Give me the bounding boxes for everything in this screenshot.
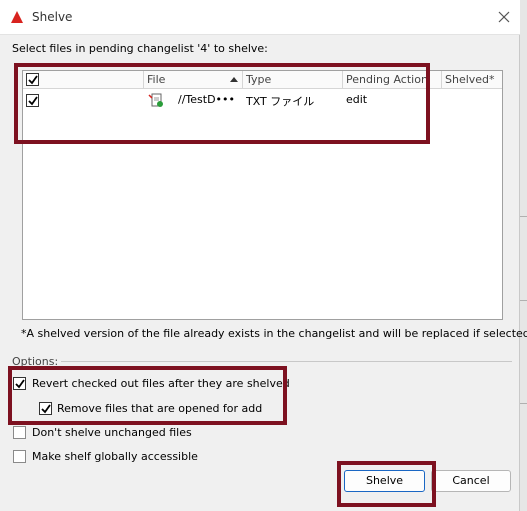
make-shelf-global-label[interactable]: Make shelf globally accessible [32,450,198,463]
sort-ascending-icon [230,77,238,82]
background-divider [520,403,527,404]
select-all-header[interactable] [23,71,144,89]
make-shelf-global-checkbox[interactable] [13,450,26,463]
select-all-checkbox[interactable] [26,73,39,86]
list-header: File Type Pending Action Shelved* [23,71,502,89]
file-edit-icon [148,93,163,107]
row-checkbox[interactable] [26,94,39,107]
dont-shelve-unchanged-label[interactable]: Don't shelve unchanged files [32,426,192,439]
column-header-file[interactable]: File [144,71,243,89]
app-icon [11,11,23,23]
background-divider [520,300,527,301]
revert-checked-out-label[interactable]: Revert checked out files after they are … [32,377,290,390]
options-group-label: Options: [12,355,62,368]
column-header-shelved-label: Shelved* [445,73,495,86]
dont-shelve-unchanged-checkbox[interactable] [13,426,26,439]
column-header-file-label: File [147,73,166,86]
background-divider [520,216,527,217]
shelved-note: *A shelved version of the file already e… [21,327,527,340]
column-header-type-label: Type [246,73,272,86]
title-bar: Shelve [0,0,520,35]
remove-opened-for-add-label[interactable]: Remove files that are opened for add [57,402,262,415]
file-name-cell: //TestD••• [178,93,236,106]
file-type-cell: TXT ファイル [246,95,315,108]
cancel-button[interactable]: Cancel [431,470,511,492]
shelve-button[interactable]: Shelve [344,470,425,492]
remove-opened-for-add-checkbox[interactable] [39,402,52,415]
files-list[interactable]: File Type Pending Action Shelved* //Test… [22,70,503,320]
window-title: Shelve [32,10,73,24]
shelve-dialog: Shelve Select files in pending changelis… [0,0,527,511]
pending-action-cell: edit [346,93,368,106]
column-header-pending-action-label: Pending Action [346,73,428,86]
options-divider [60,361,512,362]
column-header-shelved[interactable]: Shelved* [442,71,502,89]
column-header-pending-action[interactable]: Pending Action [343,71,442,89]
revert-checked-out-checkbox[interactable] [13,377,26,390]
close-icon[interactable] [494,7,514,27]
column-header-type[interactable]: Type [243,71,343,89]
instruction-text: Select files in pending changelist '4' t… [12,42,268,55]
table-row[interactable]: //TestD••• TXT ファイル edit [23,90,502,110]
